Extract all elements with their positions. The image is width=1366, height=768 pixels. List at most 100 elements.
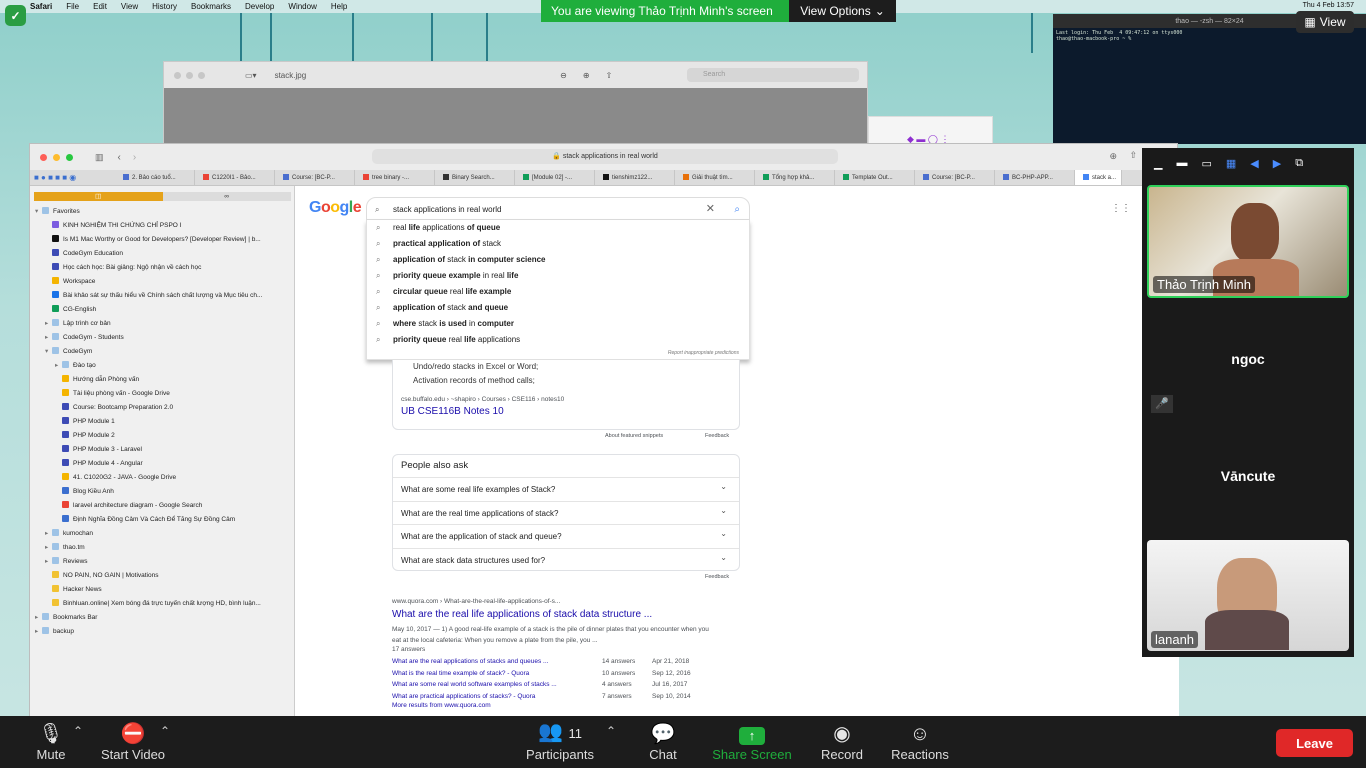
bookmark-item[interactable]: Is M1 Mac Worthy or Good for Developers?… <box>30 233 294 247</box>
tab[interactable]: Tổng hợp khả... <box>755 170 835 185</box>
participant-video-tile[interactable]: lananh <box>1147 540 1349 651</box>
bookmark-folder[interactable]: ▸ Đào tạo <box>30 359 294 373</box>
disclosure-open-icon[interactable]: ▾ <box>45 345 52 359</box>
apps-grid-icon[interactable]: ⋮⋮ <box>1111 203 1131 214</box>
share-screen-button[interactable]: ↑ Share Screen <box>710 716 794 768</box>
search-submit-icon[interactable]: ⌕ <box>734 198 740 221</box>
share-icon[interactable]: ⇧ <box>1129 150 1137 161</box>
bookmark-folder[interactable]: ▸ Reviews <box>30 555 294 569</box>
bookmark-item[interactable]: PHP Module 2 <box>30 429 294 443</box>
disclosure-closed-icon[interactable]: ▸ <box>35 625 42 639</box>
preview-sidebar-icon[interactable]: ▭▾ <box>245 71 257 80</box>
paa-question[interactable]: What are stack data structures used for? <box>393 546 739 572</box>
snippet-title-link[interactable]: UB CSE116B Notes 10 <box>393 406 739 417</box>
google-logo[interactable]: Google <box>309 199 362 217</box>
autocomplete-suggestion[interactable]: real life applications of queue <box>367 220 749 236</box>
bookmark-item[interactable]: Học cách học: Bài giảng: Ngộ nhận về các… <box>30 261 294 275</box>
bookmark-folder[interactable]: ▸ backup <box>30 625 294 639</box>
zoom-security-shield-icon[interactable]: ✓ <box>5 5 26 26</box>
bookmark-folder[interactable]: ▸ thao.tm <box>30 541 294 555</box>
tab-active[interactable]: stack a... <box>1075 170 1122 185</box>
bookmark-item[interactable]: Blog Kiều Anh <box>30 485 294 499</box>
related-question-link[interactable]: What are practical applications of stack… <box>392 691 602 703</box>
participants-caret-icon[interactable]: ⌃ <box>606 724 616 738</box>
maximize-icon[interactable] <box>66 153 73 161</box>
mute-button[interactable]: 🎙 Mute <box>30 716 72 768</box>
menubar-app-name[interactable]: Safari <box>30 2 52 11</box>
menubar-file[interactable]: File <box>66 2 79 11</box>
disclosure-closed-icon[interactable]: ▸ <box>45 541 52 555</box>
related-question-link[interactable]: What is the real time example of stack? … <box>392 668 602 680</box>
reactions-button[interactable]: ☺ Reactions <box>888 716 952 768</box>
tab[interactable]: BC-PHP-APP... <box>995 170 1075 185</box>
preview-window-controls[interactable] <box>174 71 205 79</box>
autocomplete-suggestion[interactable]: priority queue real life applications <box>367 332 749 348</box>
disclosure-closed-icon[interactable]: ▸ <box>35 611 42 625</box>
bookmark-item[interactable]: Hướng dẫn Phòng vấn <box>30 373 294 387</box>
bookmark-item[interactable]: PHP Module 3 - Laravel <box>30 443 294 457</box>
prev-page-icon[interactable]: ◀ <box>1250 157 1258 170</box>
disclosure-closed-icon[interactable]: ▸ <box>55 359 62 373</box>
menubar-help[interactable]: Help <box>331 2 347 11</box>
search-input[interactable]: ⌕ stack applications in real world ✕ ⌕ <box>366 197 750 220</box>
bookmark-item[interactable]: CodeGym Education <box>30 247 294 261</box>
address-bar[interactable]: 🔒 stack applications in real world <box>372 149 838 164</box>
autocomplete-suggestion[interactable]: application of stack in computer science <box>367 252 749 268</box>
forward-icon[interactable]: › <box>133 152 136 163</box>
bookmark-item[interactable]: Course: Bootcamp Preparation 2.0 <box>30 401 294 415</box>
bookmark-folder[interactable]: ▸ Bookmarks Bar <box>30 611 294 625</box>
zoom-in-icon[interactable]: ⊕ <box>583 71 590 80</box>
autocomplete-suggestion[interactable]: circular queue real life example <box>367 284 749 300</box>
download-icon[interactable]: ⊕ <box>1109 151 1117 162</box>
tab[interactable]: C1220I1 - Bảo... <box>195 170 275 185</box>
reading-list-tab-icon[interactable]: ∞ <box>162 192 291 201</box>
zoom-out-icon[interactable]: ⊖ <box>560 71 567 80</box>
exit-fullscreen-icon[interactable]: ⧉ <box>1295 157 1303 170</box>
bookmark-item[interactable]: Hacker News <box>30 583 294 597</box>
bookmark-folder[interactable]: ▸ Lập trình cơ bản <box>30 317 294 331</box>
clear-icon[interactable]: ✕ <box>706 198 715 221</box>
close-icon[interactable] <box>40 153 47 161</box>
tab[interactable]: Course: [BC-P... <box>915 170 995 185</box>
leave-meeting-button[interactable]: Leave <box>1276 729 1353 757</box>
report-predictions-link[interactable]: Report inappropriate predictions <box>668 350 739 356</box>
paa-feedback-link[interactable]: Feedback <box>705 574 729 580</box>
tab[interactable]: [Module 02] -... <box>515 170 595 185</box>
bookmark-item[interactable]: CG-English <box>30 303 294 317</box>
tab[interactable]: Giải thuật tìm... <box>675 170 755 185</box>
related-question-link[interactable]: What are the real applications of stacks… <box>392 656 602 668</box>
tab[interactable]: Course: [BC-P... <box>275 170 355 185</box>
bookmark-item[interactable]: Định Nghĩa Đồng Cảm Và Cách Để Tăng Sự Đ… <box>30 513 294 527</box>
menubar-edit[interactable]: Edit <box>93 2 107 11</box>
pinned-tabs[interactable]: ■ ● ■ ■ ■ ◉ <box>30 170 115 185</box>
bookmark-item[interactable]: Binhluan.online| Xem bóng đá trực tuyến … <box>30 597 294 611</box>
participants-button[interactable]: 👥 11 Participants <box>524 716 596 768</box>
related-question-link[interactable]: What are some real world software exampl… <box>392 679 602 691</box>
participant-video-tile[interactable]: Thảo Trịnh Minh <box>1147 185 1349 298</box>
paa-question[interactable]: What are the application of stack and qu… <box>393 522 739 548</box>
minimize-icon[interactable]: ▁ <box>1154 157 1162 170</box>
bookmark-folder[interactable]: ▸ CodeGym - Students <box>30 331 294 345</box>
chat-button[interactable]: 💬 Chat <box>646 716 680 768</box>
bookmark-item[interactable]: laravel architecture diagram - Google Se… <box>30 499 294 513</box>
menubar-window[interactable]: Window <box>288 2 316 11</box>
audio-options-caret-icon[interactable]: ⌃ <box>73 724 83 738</box>
result-title-link[interactable]: What are the real life applications of s… <box>392 609 712 620</box>
tab[interactable]: tree binary -... <box>355 170 435 185</box>
tab[interactable]: 2. Bảo cáo tuổ... <box>115 170 195 185</box>
bookmark-folder[interactable]: ▸ kumochan <box>30 527 294 541</box>
menubar-develop[interactable]: Develop <box>245 2 274 11</box>
disclosure-closed-icon[interactable]: ▸ <box>45 331 52 345</box>
start-video-button[interactable]: ⛔ Start Video <box>98 716 168 768</box>
menubar-view[interactable]: View <box>121 2 138 11</box>
snippet-feedback-link[interactable]: Feedback <box>705 433 729 439</box>
paa-question[interactable]: What are some real life examples of Stac… <box>393 475 739 501</box>
tab[interactable]: Binary Search... <box>435 170 515 185</box>
next-page-icon[interactable]: ▶ <box>1273 157 1281 170</box>
tab[interactable]: tienshimz122... <box>595 170 675 185</box>
about-snippets-link[interactable]: About featured snippets <box>605 433 663 439</box>
thumbnail-view-icon[interactable]: ▭ <box>1201 157 1211 170</box>
disclosure-closed-icon[interactable]: ▸ <box>45 317 52 331</box>
sidebar-segmented-control[interactable]: ◫ ∞ <box>34 192 291 201</box>
share-icon[interactable]: ⇧ <box>606 71 613 80</box>
